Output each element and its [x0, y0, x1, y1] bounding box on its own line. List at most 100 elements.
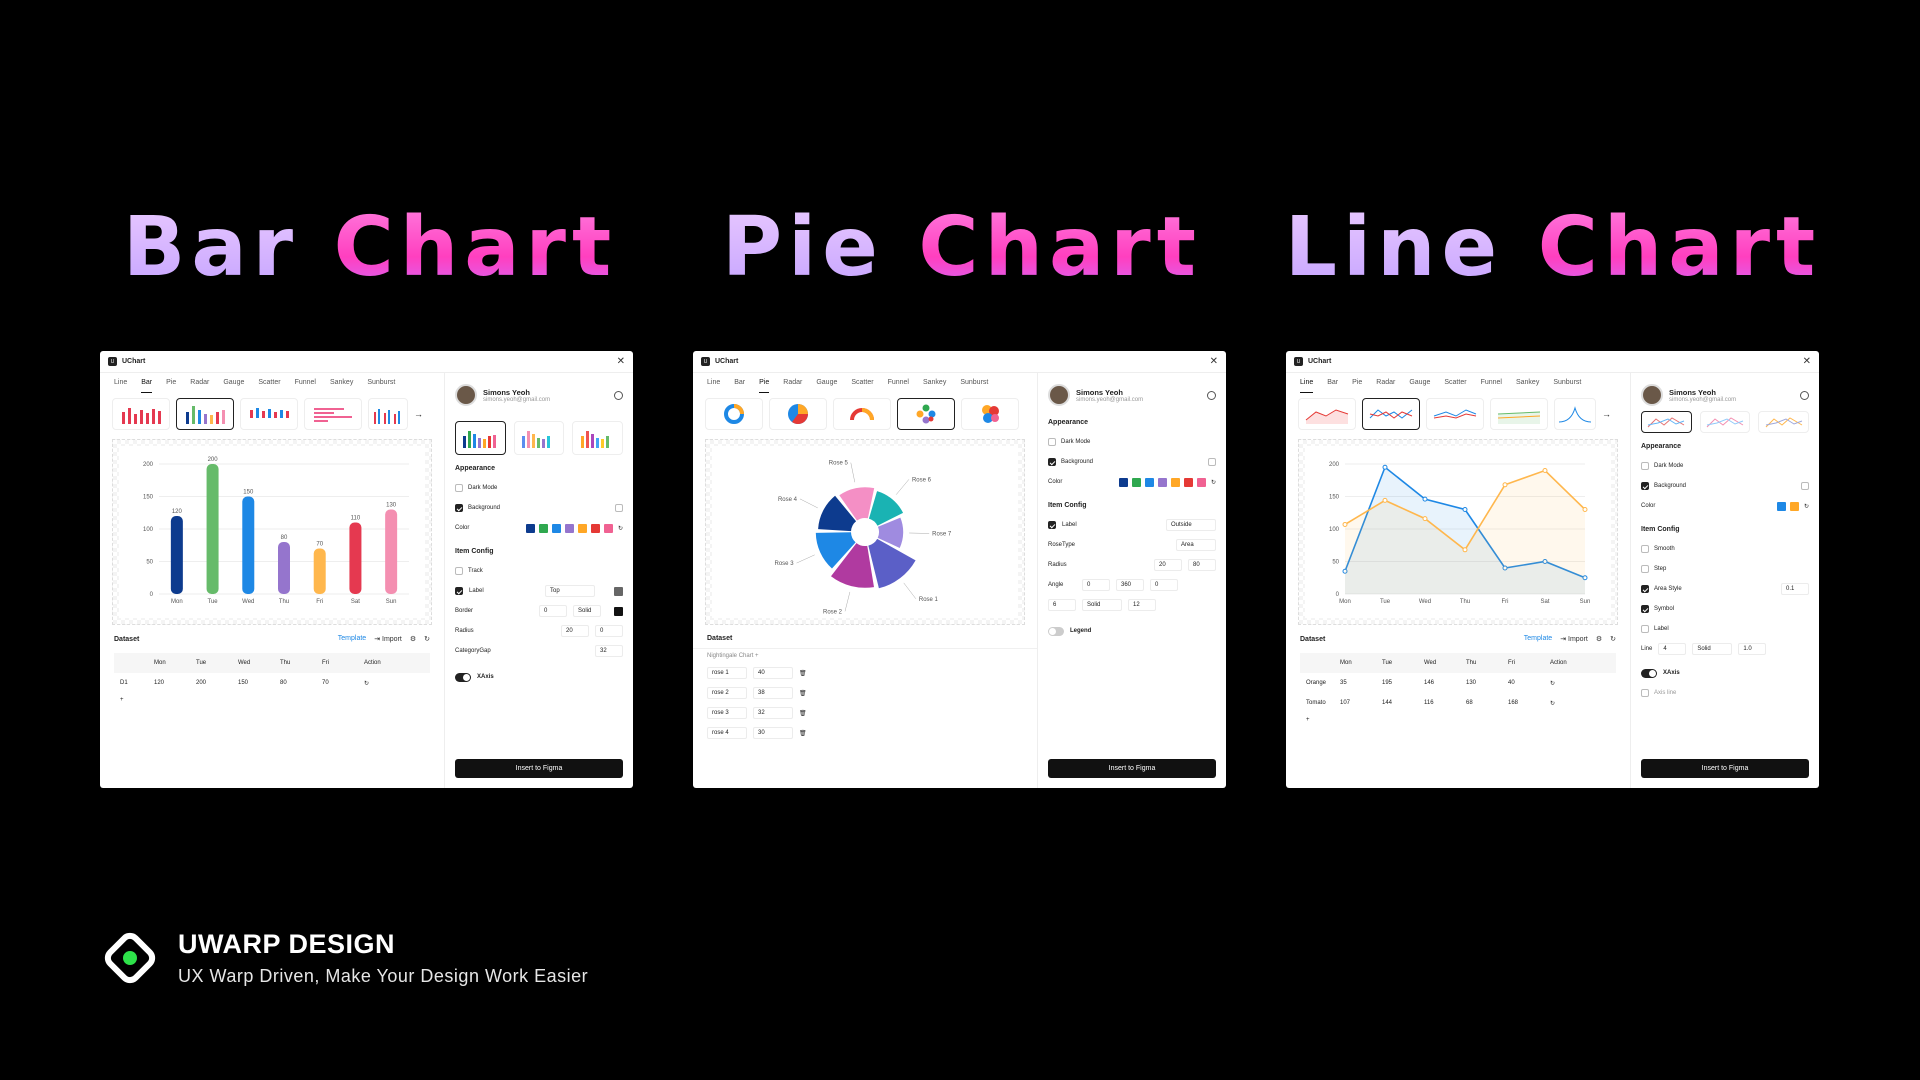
tab-line[interactable]: Line — [114, 379, 127, 393]
series-value-input[interactable]: 32 — [753, 707, 793, 719]
trash-icon[interactable]: 🗑 — [799, 710, 807, 717]
table-cell[interactable]: Tomato — [1300, 700, 1340, 706]
background-checkbox[interactable]: Background — [1048, 452, 1216, 472]
color-swatch[interactable] — [564, 523, 574, 533]
tab-radar[interactable]: Radar — [1376, 379, 1395, 393]
line-template-4[interactable] — [1490, 398, 1548, 430]
series-name-input[interactable]: rose 2 — [707, 687, 747, 699]
trash-icon[interactable]: 🗑 — [799, 730, 807, 737]
insert-button[interactable]: Insert to Figma — [1641, 759, 1809, 778]
category-gap-input[interactable]: 32 — [595, 645, 623, 657]
series-name-input[interactable]: rose 1 — [707, 667, 747, 679]
tab-bar[interactable]: Bar — [141, 379, 153, 393]
tab-line[interactable]: Line — [707, 379, 720, 393]
area-opacity-input[interactable]: 0.1 — [1781, 583, 1809, 595]
tab-scatter[interactable]: Scatter — [258, 379, 280, 393]
insert-button[interactable]: Insert to Figma — [455, 759, 623, 778]
insert-button[interactable]: Insert to Figma — [1048, 759, 1216, 778]
dark-mode-checkbox[interactable]: Dark Mode — [1048, 432, 1216, 452]
table-cell[interactable]: 35 — [1340, 680, 1382, 686]
table-cell[interactable]: Orange — [1300, 680, 1340, 686]
bar-template-4[interactable] — [304, 398, 362, 430]
line-template-3[interactable] — [1426, 398, 1484, 430]
track-checkbox[interactable]: Track — [455, 561, 623, 581]
tab-sunburst[interactable]: Sunburst — [960, 379, 988, 393]
add-icon[interactable]: + — [755, 653, 759, 659]
trash-icon[interactable]: 🗑 — [799, 690, 807, 697]
tab-gauge[interactable]: Gauge — [1409, 379, 1430, 393]
tab-gauge[interactable]: Gauge — [223, 379, 244, 393]
color-swatch[interactable] — [590, 523, 600, 533]
smooth-checkbox[interactable]: Smooth — [1641, 539, 1809, 559]
color-swatch[interactable] — [1776, 501, 1786, 511]
table-cell[interactable]: 144 — [1382, 700, 1424, 706]
globe-icon[interactable] — [1800, 390, 1809, 400]
import-button[interactable]: ⇥ Import — [374, 635, 402, 643]
color-swatch[interactable] — [1196, 477, 1206, 487]
refresh-icon[interactable]: ↻ — [618, 525, 623, 532]
label-checkbox[interactable]: Label — [1641, 619, 1809, 639]
style-preset-2[interactable] — [513, 421, 565, 455]
petal-template[interactable] — [961, 398, 1019, 430]
series-name-input[interactable]: rose 4 — [707, 727, 747, 739]
rosetype-select[interactable]: Area — [1176, 539, 1216, 551]
trash-icon[interactable]: 🗑 — [799, 670, 807, 677]
template-link[interactable]: Template — [338, 635, 366, 643]
globe-icon[interactable] — [614, 390, 623, 400]
row-action-icon[interactable]: ↻ — [1550, 680, 1592, 687]
add-row-icon[interactable]: + — [114, 693, 430, 707]
tab-pie[interactable]: Pie — [1352, 379, 1362, 393]
color-swatch[interactable] — [1157, 477, 1167, 487]
tab-funnel[interactable]: Funnel — [1481, 379, 1502, 393]
add-row-icon[interactable]: + — [1300, 713, 1616, 727]
step-checkbox[interactable]: Step — [1641, 559, 1809, 579]
table-cell[interactable]: D1 — [114, 680, 154, 686]
series-value-input[interactable]: 38 — [753, 687, 793, 699]
line-opacity-input[interactable]: 1.0 — [1738, 643, 1767, 655]
xaxis-toggle[interactable] — [1641, 668, 1657, 678]
color-swatch[interactable] — [603, 523, 613, 533]
background-checkbox[interactable]: Background — [1641, 476, 1809, 496]
style-preset-3[interactable] — [572, 421, 624, 455]
refresh-icon[interactable]: ↻ — [1610, 635, 1616, 643]
tab-pie[interactable]: Pie — [166, 379, 176, 393]
bar-template-2[interactable] — [176, 398, 234, 430]
radius-input-a[interactable]: 20 — [1154, 559, 1182, 571]
rose-template[interactable] — [897, 398, 955, 430]
angle-input-a[interactable]: 0 — [1082, 579, 1110, 591]
tab-funnel[interactable]: Funnel — [888, 379, 909, 393]
bar-template-1[interactable] — [112, 398, 170, 430]
refresh-icon[interactable]: ↻ — [1804, 503, 1809, 510]
table-cell[interactable]: 68 — [1466, 700, 1508, 706]
table-cell[interactable]: 80 — [280, 680, 322, 686]
series-name-input[interactable]: rose 3 — [707, 707, 747, 719]
table-cell[interactable]: 200 — [196, 680, 238, 686]
close-icon[interactable]: ✕ — [1210, 356, 1218, 367]
table-cell[interactable]: 120 — [154, 680, 196, 686]
table-cell[interactable]: 150 — [238, 680, 280, 686]
row-action-icon[interactable]: ↻ — [1550, 700, 1592, 707]
angle-input-b[interactable]: 360 — [1116, 579, 1144, 591]
tab-radar[interactable]: Radar — [783, 379, 802, 393]
row-action-icon[interactable]: ↻ — [364, 680, 406, 687]
tab-sunburst[interactable]: Sunburst — [1553, 379, 1581, 393]
tab-sankey[interactable]: Sankey — [330, 379, 353, 393]
donut-template[interactable] — [705, 398, 763, 430]
series-value-input[interactable]: 30 — [753, 727, 793, 739]
table-cell[interactable]: 130 — [1466, 680, 1508, 686]
table-cell[interactable]: 116 — [1424, 700, 1466, 706]
color-swatch[interactable] — [551, 523, 561, 533]
import-button[interactable]: ⇥ Import — [1560, 635, 1588, 643]
dark-mode-checkbox[interactable]: Dark Mode — [455, 478, 623, 498]
xaxis-toggle[interactable] — [455, 672, 471, 682]
border-radius-input[interactable]: 12 — [1128, 599, 1156, 611]
radius-input-a[interactable]: 20 — [561, 625, 589, 637]
table-cell[interactable]: 195 — [1382, 680, 1424, 686]
label-position-select[interactable]: Outside — [1166, 519, 1216, 531]
tab-gauge[interactable]: Gauge — [816, 379, 837, 393]
table-cell[interactable]: 70 — [322, 680, 364, 686]
tab-bar[interactable]: Bar — [734, 379, 745, 393]
settings-icon[interactable]: ⚙ — [1596, 635, 1602, 643]
line-template-5[interactable] — [1554, 398, 1596, 430]
tab-pie[interactable]: Pie — [759, 379, 770, 393]
